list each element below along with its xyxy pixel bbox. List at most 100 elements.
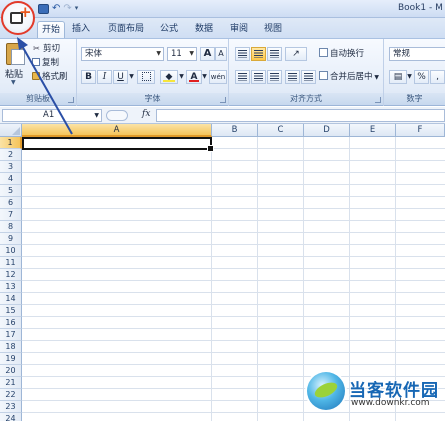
clipboard-group: 粘贴 ▼ ✂ 剪切 复制 格式刷 剪贴板 <box>0 39 77 106</box>
customize-qat-icon[interactable]: ▾ <box>75 4 79 14</box>
orientation-icon: ↗ <box>292 49 300 59</box>
align-middle-button[interactable] <box>251 47 266 61</box>
comma-button[interactable]: , <box>430 70 445 84</box>
font-size-combo[interactable]: 11 ▼ <box>167 47 197 61</box>
row-header-12[interactable]: 12 <box>0 269 22 281</box>
font-color-dropdown-icon[interactable]: ▼ <box>201 70 208 84</box>
tab-page-layout[interactable]: 页面布局 <box>104 21 148 38</box>
grow-font-button[interactable]: A <box>200 47 215 61</box>
row-header-18[interactable]: 18 <box>0 341 22 353</box>
title-bar: ↶ ↷ ▾ Book1 - M <box>0 0 445 18</box>
accounting-dropdown-icon[interactable]: ▼ <box>406 70 413 84</box>
percent-button[interactable]: % <box>414 70 429 84</box>
row-header-5[interactable]: 5 <box>0 185 22 197</box>
bold-button[interactable]: B <box>81 70 96 84</box>
row-gridline <box>22 340 445 341</box>
copy-button[interactable]: 复制 <box>32 56 59 68</box>
font-name-combo[interactable]: 宋体 ▼ <box>81 47 164 61</box>
paste-icon[interactable] <box>6 43 25 65</box>
orientation-button[interactable]: ↗ <box>285 47 307 61</box>
row-header-20[interactable]: 20 <box>0 365 22 377</box>
cut-button[interactable]: ✂ 剪切 <box>32 42 60 55</box>
fill-color-dropdown-icon[interactable]: ▼ <box>178 70 185 84</box>
merge-dropdown-icon[interactable]: ▼ <box>373 74 379 81</box>
tab-home[interactable]: 开始 <box>37 21 65 38</box>
tab-formulas[interactable]: 公式 <box>156 21 182 38</box>
alignment-launcher-icon[interactable] <box>375 97 381 103</box>
row-header-13[interactable]: 13 <box>0 281 22 293</box>
number-format-combo[interactable]: 常规 <box>389 47 445 61</box>
row-header-16[interactable]: 16 <box>0 317 22 329</box>
name-box-dropdown-icon[interactable]: ▼ <box>94 110 99 121</box>
align-top-button[interactable] <box>235 47 250 61</box>
column-header-b[interactable]: B <box>212 124 258 137</box>
accounting-format-button[interactable]: ▤ <box>389 70 407 84</box>
watermark-url: www.downkr.com <box>351 398 430 408</box>
name-box[interactable]: A1 ▼ <box>2 109 102 122</box>
column-header-d[interactable]: D <box>304 124 350 137</box>
column-header-a[interactable]: A <box>22 124 212 137</box>
save-icon[interactable] <box>38 4 49 14</box>
phonetic-button[interactable]: wén <box>209 70 227 84</box>
active-cell-a1[interactable] <box>22 137 214 152</box>
underline-button[interactable]: U <box>113 70 128 84</box>
decrease-indent-button[interactable] <box>285 70 300 84</box>
wrap-text-button[interactable]: 自动换行 <box>319 47 364 61</box>
borders-icon <box>141 72 151 81</box>
row-header-3[interactable]: 3 <box>0 161 22 173</box>
row-header-4[interactable]: 4 <box>0 173 22 185</box>
row-header-10[interactable]: 10 <box>0 245 22 257</box>
row-header-23[interactable]: 23 <box>0 401 22 413</box>
column-header-e[interactable]: E <box>350 124 396 137</box>
row-header-14[interactable]: 14 <box>0 293 22 305</box>
increase-indent-button[interactable] <box>301 70 316 84</box>
increase-indent-icon <box>304 73 313 81</box>
underline-dropdown-icon[interactable]: ▼ <box>128 70 135 84</box>
fill-color-button[interactable]: ◆ <box>160 70 178 84</box>
paste-dropdown-icon[interactable]: ▼ <box>11 79 16 86</box>
row-header-8[interactable]: 8 <box>0 221 22 233</box>
align-bottom-button[interactable] <box>267 47 282 61</box>
select-all-button[interactable] <box>0 124 22 137</box>
row-header-17[interactable]: 17 <box>0 329 22 341</box>
font-color-button[interactable]: A <box>186 70 202 84</box>
italic-button[interactable]: I <box>97 70 112 84</box>
formula-bar: A1 ▼ fx <box>0 107 445 124</box>
row-header-15[interactable]: 15 <box>0 305 22 317</box>
undo-icon[interactable]: ↶ <box>52 4 60 14</box>
row-header-19[interactable]: 19 <box>0 353 22 365</box>
row-header-2[interactable]: 2 <box>0 149 22 161</box>
row-header-1[interactable]: 1 <box>0 137 22 149</box>
row-gridline <box>22 184 445 185</box>
redo-icon[interactable]: ↷ <box>63 4 71 14</box>
formula-bar-handle[interactable] <box>106 110 128 121</box>
tab-insert[interactable]: 插入 <box>68 21 94 38</box>
merge-center-button[interactable]: 合并后居中 ▼ <box>319 70 379 85</box>
font-name-dropdown-icon[interactable]: ▼ <box>156 48 161 60</box>
font-size-dropdown-icon[interactable]: ▼ <box>189 48 194 60</box>
row-header-7[interactable]: 7 <box>0 209 22 221</box>
row-header-9[interactable]: 9 <box>0 233 22 245</box>
row-header-11[interactable]: 11 <box>0 257 22 269</box>
tab-review[interactable]: 审阅 <box>226 21 252 38</box>
column-header-c[interactable]: C <box>258 124 304 137</box>
tab-view[interactable]: 视图 <box>260 21 286 38</box>
office-button[interactable]: + <box>1 1 35 35</box>
font-launcher-icon[interactable] <box>220 97 226 103</box>
align-left-button[interactable] <box>235 70 250 84</box>
row-gridline <box>22 364 445 365</box>
clipboard-launcher-icon[interactable] <box>68 97 74 103</box>
formula-input[interactable] <box>156 109 445 122</box>
tab-data[interactable]: 数据 <box>191 21 217 38</box>
row-header-22[interactable]: 22 <box>0 389 22 401</box>
align-right-button[interactable] <box>267 70 282 84</box>
borders-button[interactable] <box>137 70 155 84</box>
row-header-21[interactable]: 21 <box>0 377 22 389</box>
row-header-6[interactable]: 6 <box>0 197 22 209</box>
shrink-font-button[interactable]: A <box>215 47 227 61</box>
align-center-button[interactable] <box>251 70 266 84</box>
row-header-24[interactable]: 24 <box>0 413 22 421</box>
format-painter-button[interactable]: 格式刷 <box>32 70 68 82</box>
column-header-f[interactable]: F <box>396 124 445 137</box>
insert-function-icon[interactable]: fx <box>142 109 150 119</box>
